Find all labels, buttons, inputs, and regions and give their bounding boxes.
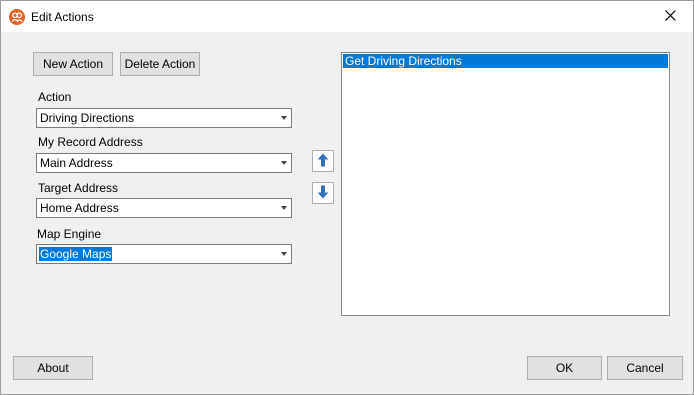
- arrow-up-icon: [317, 153, 329, 170]
- target-address-dropdown[interactable]: Home Address: [36, 198, 292, 218]
- target-address-value: Home Address: [40, 201, 119, 215]
- map-engine-dropdown[interactable]: Google Maps: [36, 244, 292, 264]
- action-value: Driving Directions: [40, 111, 135, 125]
- arrow-down-icon: [317, 185, 329, 202]
- list-item[interactable]: Get Driving Directions: [343, 54, 668, 68]
- target-address-label: Target Address: [38, 181, 119, 195]
- window-title: Edit Actions: [31, 10, 94, 24]
- about-button[interactable]: About: [13, 356, 93, 380]
- my-record-address-dropdown[interactable]: Main Address: [36, 153, 292, 173]
- title-bar: Edit Actions: [1, 1, 693, 32]
- delete-action-button[interactable]: Delete Action: [120, 52, 200, 76]
- chevron-down-icon: [281, 161, 287, 165]
- move-down-button[interactable]: [312, 182, 334, 204]
- chevron-down-icon: [281, 206, 287, 210]
- move-up-button[interactable]: [312, 150, 334, 172]
- ok-button[interactable]: OK: [527, 356, 602, 380]
- app-icon: [9, 9, 25, 25]
- close-icon: [664, 9, 676, 24]
- chevron-down-icon: [281, 252, 287, 256]
- my-record-address-label: My Record Address: [38, 135, 143, 149]
- action-dropdown[interactable]: Driving Directions: [36, 108, 292, 128]
- map-engine-value: Google Maps: [39, 247, 113, 261]
- actions-listbox[interactable]: Get Driving Directions: [341, 52, 670, 316]
- map-engine-label: Map Engine: [37, 227, 102, 241]
- close-button[interactable]: [647, 1, 693, 32]
- new-action-button[interactable]: New Action: [33, 52, 113, 76]
- my-record-address-value: Main Address: [40, 156, 113, 170]
- chevron-down-icon: [281, 116, 287, 120]
- cancel-button[interactable]: Cancel: [607, 356, 683, 380]
- edit-actions-dialog: Edit Actions New Action Delete Action Ac…: [0, 0, 694, 395]
- action-label: Action: [38, 90, 72, 104]
